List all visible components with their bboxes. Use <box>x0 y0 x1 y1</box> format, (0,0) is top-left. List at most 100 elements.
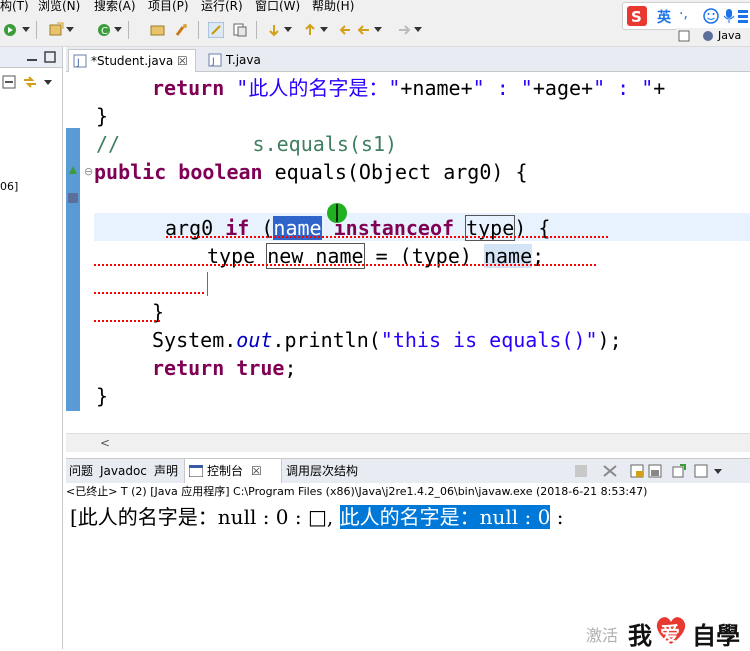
code-text: System. <box>152 328 237 352</box>
svg-text:J: J <box>211 57 215 67</box>
editor-horizontal-scrollbar[interactable]: < <box>66 433 750 452</box>
scroll-lock-icon[interactable] <box>648 464 662 478</box>
console-output-line: [此人的名字是：null : 0 : □, 此人的名字是：null : 0 : <box>70 504 563 530</box>
new-class-dropdown-icon[interactable] <box>114 27 122 32</box>
code-line-close-brace: } <box>96 104 109 128</box>
show-whitespace-icon[interactable] <box>232 22 248 38</box>
remove-launch-icon[interactable] <box>602 464 618 478</box>
open-type-icon[interactable] <box>150 22 166 38</box>
close-tab-icon[interactable]: ☒ <box>177 50 188 72</box>
tab-javadoc[interactable]: Javadoc <box>100 459 147 483</box>
previous-annotation-icon[interactable] <box>302 22 318 38</box>
tab-student-java[interactable]: J *Student.java ☒ <box>68 49 196 72</box>
quick-fix-marker-icon[interactable] <box>68 193 78 203</box>
maximize-icon[interactable] <box>44 51 56 63</box>
bottom-view-tabs: 问题 Javadoc 声明 控制台 ☒ 调用层次结构 <box>66 458 750 484</box>
menu-run[interactable]: 运行(R) <box>201 0 243 12</box>
minimize-icon[interactable] <box>26 51 38 63</box>
sogou-logo-icon[interactable]: S <box>627 6 647 26</box>
emoji-icon[interactable] <box>703 8 719 24</box>
perspective-java-label[interactable]: Java <box>718 28 741 44</box>
watermark-brand-heart-text: 爱 <box>660 622 680 646</box>
watermark-brand-text: 自學 <box>692 622 740 650</box>
open-perspective-icon[interactable] <box>678 30 690 42</box>
package-explorer: 06] <box>0 47 63 649</box>
text-caret <box>207 272 208 296</box>
toolbar-separator <box>36 21 37 39</box>
run-dropdown-icon[interactable] <box>22 27 30 32</box>
fold-marker-icon[interactable]: ⊖ <box>84 165 93 178</box>
tab-console[interactable]: 控制台 ☒ <box>184 459 282 483</box>
new-dropdown-icon[interactable] <box>66 27 74 32</box>
mouse-pointer-icon <box>327 203 347 223</box>
java-file-icon: J <box>73 54 87 68</box>
previous-annotation-dropdown-icon[interactable] <box>320 27 328 32</box>
run-icon[interactable] <box>2 22 18 38</box>
toggle-mark-occurrences-icon[interactable] <box>208 22 224 38</box>
override-marker-icon[interactable] <box>68 165 78 175</box>
menu-help[interactable]: 帮助(H) <box>312 0 354 12</box>
console-dropdown-icon[interactable] <box>714 469 722 474</box>
console-selected-text: 此人的名字是：null : 0 <box>339 505 551 529</box>
forward-dropdown-icon[interactable] <box>414 27 422 32</box>
code-text: ); <box>597 328 622 352</box>
ime-language-toggle[interactable]: 英 <box>657 7 671 27</box>
code-line-method-signature: public boolean equals(Object arg0) { <box>94 158 527 186</box>
console-text: [此人的名字是：null : 0 : □, <box>70 505 340 529</box>
open-console-icon[interactable] <box>694 464 708 478</box>
console-text: : <box>550 505 564 529</box>
tab-label: T.java <box>226 53 261 67</box>
string-literal: " : " <box>472 76 533 100</box>
console-icon <box>189 465 203 477</box>
java-file-icon: J <box>208 53 222 67</box>
menu-navigate[interactable]: 浏览(N) <box>38 0 80 12</box>
java-perspective-icon <box>703 31 713 41</box>
code-text: + <box>653 76 666 100</box>
next-annotation-icon[interactable] <box>266 22 282 38</box>
link-with-editor-icon[interactable] <box>22 75 38 89</box>
editor-tab-bar: J *Student.java ☒ J T.java <box>66 47 750 72</box>
last-edit-location-icon[interactable] <box>338 22 354 38</box>
code-text: +age+ <box>532 76 594 100</box>
toolbar-separator <box>256 21 257 39</box>
code-area: return "此人的名字是："+name+" : "+age+" : "+ }… <box>94 74 750 434</box>
tab-call-hierarchy[interactable]: 调用层次结构 <box>286 459 358 483</box>
code-text: ; <box>284 356 297 380</box>
search-icon[interactable] <box>174 22 190 38</box>
back-dropdown-icon[interactable] <box>374 27 382 32</box>
close-tab-icon[interactable]: ☒ <box>251 459 262 483</box>
package-explorer-header <box>0 47 62 68</box>
code-text: equals(Object arg0) { <box>262 160 528 184</box>
tab-label: *Student.java <box>91 54 174 68</box>
console-process-status: <已终止> T (2) [Java 应用程序] C:\Program Files… <box>66 483 750 501</box>
back-icon[interactable] <box>356 22 372 38</box>
menu-project[interactable]: 项目(P) <box>148 0 189 12</box>
ime-punctuation-toggle[interactable]: ·, <box>679 6 688 22</box>
new-class-icon[interactable]: C <box>96 22 112 38</box>
tab-declaration[interactable]: 声明 <box>154 459 178 483</box>
scroll-left-icon[interactable]: < <box>100 434 110 452</box>
ime-settings-icon[interactable] <box>737 8 749 24</box>
tab-t-java[interactable]: J T.java <box>204 49 274 71</box>
code-line-return-string: return "此人的名字是："+name+" : "+age+" : "+ <box>152 74 665 102</box>
svg-text:J: J <box>76 58 80 68</box>
menu-refactor[interactable]: 构(T) <box>0 0 29 12</box>
pin-console-icon[interactable] <box>672 464 686 478</box>
next-annotation-dropdown-icon[interactable] <box>284 27 292 32</box>
toolbar-separator <box>198 21 199 39</box>
tab-problems[interactable]: 问题 <box>69 459 93 483</box>
ime-toolbar: S 英 ·, <box>622 2 750 30</box>
code-line-println: System.out.println("this is equals()"); <box>152 326 622 354</box>
view-menu-icon[interactable] <box>44 80 52 85</box>
terminate-icon[interactable] <box>574 464 588 478</box>
perspective-switcher: Java <box>676 28 750 44</box>
forward-icon[interactable] <box>396 22 412 38</box>
toolbar-separator <box>128 21 129 39</box>
tree-item-label[interactable]: 06] <box>0 180 18 193</box>
microphone-icon[interactable] <box>723 8 735 24</box>
menu-search[interactable]: 搜索(A) <box>94 0 136 12</box>
new-java-project-icon[interactable] <box>48 22 64 38</box>
clear-console-icon[interactable] <box>630 464 644 478</box>
collapse-all-icon[interactable] <box>2 75 16 89</box>
menu-window[interactable]: 窗口(W) <box>255 0 300 12</box>
